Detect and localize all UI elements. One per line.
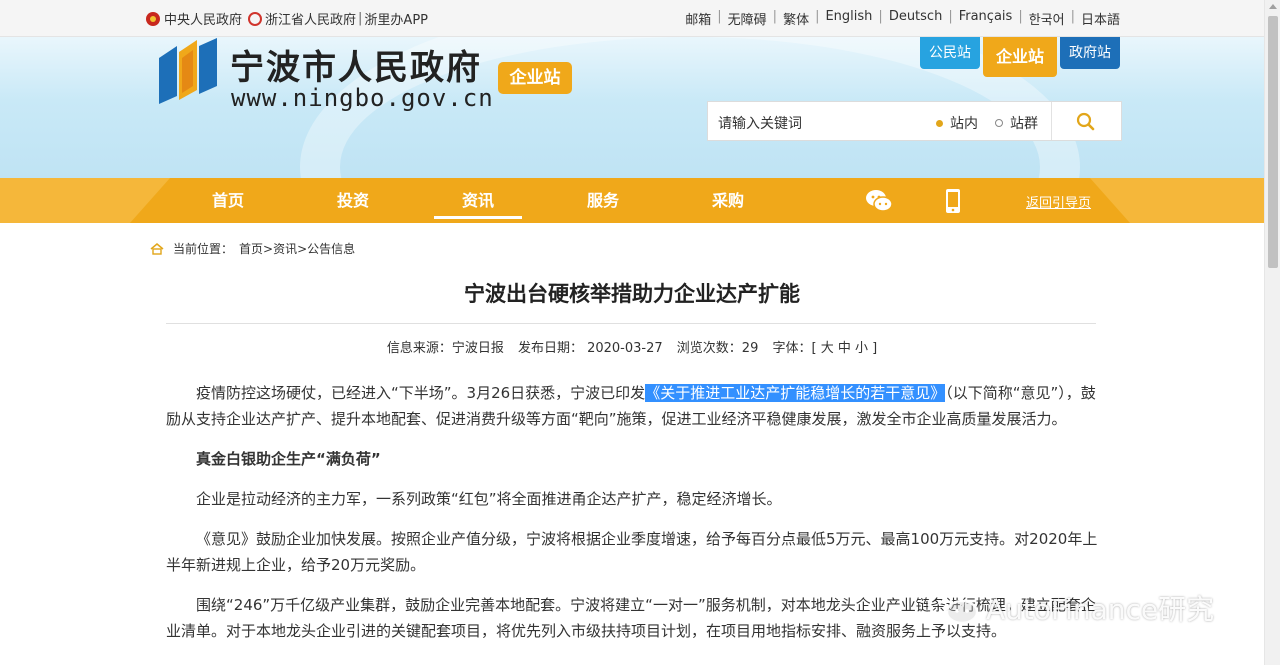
tab-enterprise-station[interactable]: 企业站: [983, 37, 1057, 77]
top-links-right: 邮箱 | 无障碍 | 繁体 | English | Deutsch | Français |…: [683, 9, 1122, 28]
article-title: 宁波出台硬核举措助力企业达产扩能: [464, 282, 800, 306]
section-heading: 真金白银助企生产“满负荷”: [196, 450, 381, 468]
vertical-scrollbar[interactable]: [1264, 0, 1280, 665]
nav-invest[interactable]: 投资: [313, 178, 393, 223]
back-to-guide-link[interactable]: 返回引导页: [1026, 192, 1091, 211]
meta-views: 浏览次数：29: [676, 341, 759, 356]
radio-selected-icon: [936, 119, 943, 127]
site-title: 宁波市人民政府: [230, 48, 482, 88]
search-box: 请输入关键词 站内 站群: [707, 101, 1122, 141]
scrollbar-thumb[interactable]: [1268, 16, 1278, 268]
link-traditional[interactable]: 繁体: [781, 9, 811, 28]
article-meta: 信息来源：宁波日报 发布日期： 2020-03-27 浏览次数：29 字体：[ …: [0, 337, 1264, 356]
link-english[interactable]: English: [823, 9, 874, 28]
watermark-text: AutoFinance研究: [986, 593, 1215, 626]
radio-empty-icon: [995, 119, 1003, 127]
search-icon: [1076, 112, 1095, 131]
home-icon: [150, 242, 164, 255]
link-deutsch[interactable]: Deutsch: [887, 9, 945, 28]
link-zhejiang-gov[interactable]: 浙江省人民政府: [265, 9, 356, 28]
zhejiang-logo-icon: [248, 11, 263, 26]
link-korean[interactable]: 한국어: [1027, 9, 1067, 28]
title-divider: [166, 323, 1096, 324]
scroll-up-arrow-icon[interactable]: [1269, 4, 1277, 9]
site-url: www.ningbo.gov.cn: [231, 84, 494, 112]
selected-text[interactable]: 《关于推进工业达产扩能稳增长的若干意见》: [645, 384, 946, 402]
top-links-left: 中央人民政府 浙江省人民政府 | 浙里办APP: [146, 9, 428, 28]
nav-news[interactable]: 资讯: [434, 178, 522, 223]
nav-home[interactable]: 首页: [188, 178, 268, 223]
meta-date: 发布日期： 2020-03-27: [517, 341, 663, 356]
breadcrumb: 当前位置： 首页>资讯>公告信息: [150, 240, 355, 257]
paragraph: 疫情防控这场硬仗，已经进入“下半场”。3月26日获悉，宁波已印发《关于推进工业达…: [166, 384, 1096, 428]
link-accessibility[interactable]: 无障碍: [726, 9, 769, 28]
link-japanese[interactable]: 日本語: [1079, 9, 1122, 28]
mobile-icon[interactable]: [938, 186, 968, 216]
wechat-watermark-icon: [927, 590, 979, 625]
scope-option-group[interactable]: 站群: [995, 113, 1038, 133]
paragraph: 《意见》鼓励企业加快发展。按照企业产值分级，宁波将根据企业季度增速，给予每百分点…: [166, 530, 1098, 574]
national-emblem-icon: [146, 11, 160, 26]
watermark: AutoFinance研究: [926, 588, 1214, 628]
top-bar: 中央人民政府 浙江省人民政府 | 浙里办APP 邮箱 | 无障碍 | 繁体 | Eng…: [0, 0, 1264, 37]
meta-source: 信息来源：宁波日报: [386, 341, 504, 356]
link-zheliban-app[interactable]: 浙里办APP: [364, 9, 428, 28]
scope-option-site[interactable]: 站内: [936, 113, 978, 133]
main-nav: 首页 投资 资讯 服务 采购 返回引导页: [0, 178, 1264, 223]
tab-government-station[interactable]: 政府站: [1060, 37, 1120, 69]
separator: |: [358, 11, 363, 26]
search-input[interactable]: 请输入关键词: [718, 113, 802, 133]
breadcrumb-path[interactable]: 首页>资讯>公告信息: [239, 240, 355, 257]
meta-font-size[interactable]: 字体：[ 大 中 小 ]: [772, 341, 877, 356]
ningbo-logo-icon[interactable]: [155, 38, 220, 104]
nav-procurement[interactable]: 采购: [688, 178, 768, 223]
nav-service[interactable]: 服务: [563, 178, 643, 223]
link-francais[interactable]: Français: [957, 9, 1015, 28]
tab-citizen-station[interactable]: 公民站: [920, 37, 980, 69]
link-central-gov[interactable]: 中央人民政府: [164, 9, 242, 28]
enterprise-station-badge: 企业站: [498, 62, 572, 94]
wechat-icon[interactable]: [864, 186, 894, 216]
breadcrumb-label: 当前位置：: [173, 242, 234, 256]
search-button[interactable]: [1052, 102, 1121, 140]
paragraph: 企业是拉动经济的主力军，一系列政策“红包”将全面推进甬企达产扩产，稳定经济增长。: [196, 490, 782, 508]
link-mail[interactable]: 邮箱: [683, 9, 713, 28]
